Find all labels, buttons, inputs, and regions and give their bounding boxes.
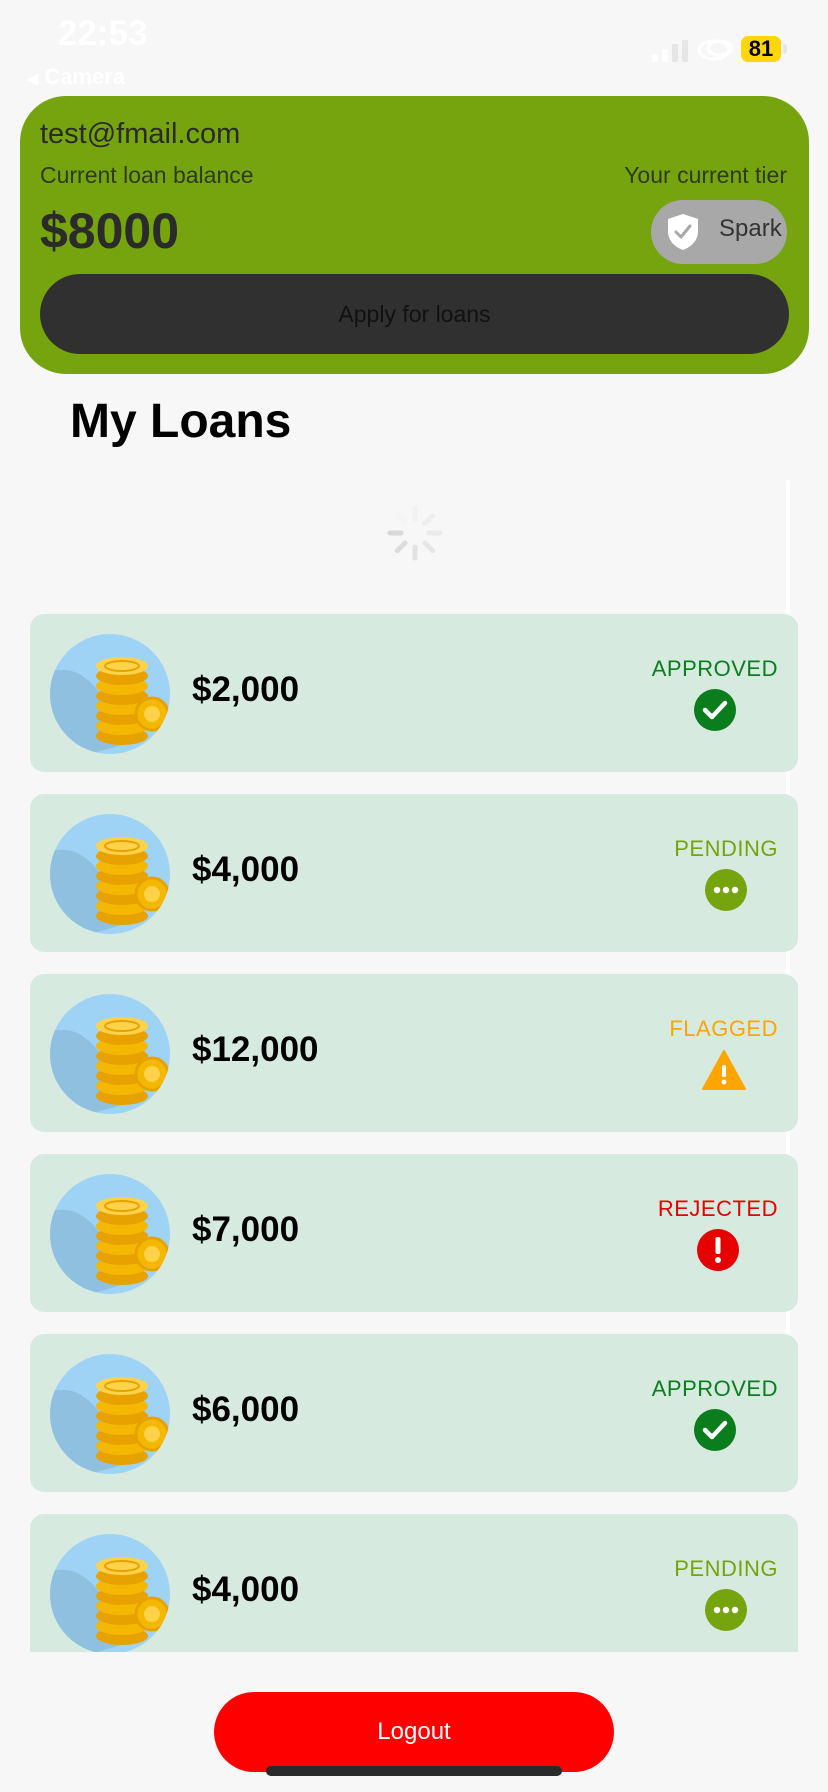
coin-stack-icon [50,814,170,934]
page-title: My Loans [70,395,292,448]
tier-badge[interactable]: Spark [651,200,787,264]
loan-status-label: PENDING [674,1556,778,1581]
loan-balance-label: Current loan balance [40,162,254,188]
loan-amount: $6,000 [192,1390,300,1429]
status-time: 22:53 [58,14,148,53]
exclamation-circle-icon [696,1228,740,1272]
coin-stack-icon [50,1534,170,1652]
connection-icon [697,39,734,61]
loan-status: FLAGGED [669,1016,778,1092]
coin-stack-icon [50,1354,170,1474]
loan-amount: $4,000 [192,1570,300,1609]
battery-tip [783,44,787,54]
loan-status-label: APPROVED [651,656,778,681]
checkmark-circle-icon [693,1408,737,1452]
tier-name: Spark [719,215,782,242]
checkmark-circle-icon [693,688,737,732]
loan-status-label: FLAGGED [669,1016,778,1041]
account-email: test@fmail.com [40,118,241,150]
loan-card[interactable]: $2,000 APPROVED [30,614,798,772]
coin-stack-icon [50,994,170,1114]
loan-status: APPROVED [652,656,778,732]
loan-amount: $7,000 [192,1210,300,1249]
back-arrow-icon: ◀ [26,71,39,88]
coin-stack-icon [50,634,170,754]
warning-triangle-icon [701,1048,746,1092]
ellipsis-circle-icon [704,1588,748,1632]
loan-status-label: PENDING [674,836,778,861]
tier-label: Your current tier [624,162,787,188]
loan-amount: $12,000 [192,1030,319,1069]
loading-spinner-icon [387,505,443,561]
loan-card[interactable]: $7,000 REJECTED [30,1154,798,1312]
cellular-signal-icon [652,40,688,62]
loan-balance-value: $8000 [40,203,180,259]
home-indicator [266,1766,562,1776]
loan-status: PENDING [674,836,778,912]
loan-amount: $2,000 [192,670,300,709]
loan-status-label: APPROVED [651,1376,778,1401]
loan-card[interactable]: $6,000 APPROVED [30,1334,798,1492]
loan-status-label: REJECTED [657,1196,778,1221]
loan-card[interactable]: $12,000 FLAGGED [30,974,798,1132]
loan-status: PENDING [674,1556,778,1632]
apply-for-loans-button[interactable]: Apply for loans [40,274,789,354]
ellipsis-circle-icon [704,868,748,912]
battery-indicator: 81 [741,36,781,62]
logout-button[interactable]: Logout [214,1692,614,1772]
loan-list[interactable]: $2,000 APPROVED $4,000 PENDING $12,000 F… [30,614,798,1652]
shield-check-icon [668,214,698,250]
loan-status: REJECTED [658,1196,778,1272]
loan-amount: $4,000 [192,850,300,889]
back-to-camera-link[interactable]: ◀ Camera [26,64,125,90]
account-summary-card: test@fmail.com Current loan balance Your… [20,96,809,374]
back-link-label: Camera [44,64,126,89]
loan-card[interactable]: $4,000 PENDING [30,1514,798,1652]
loan-status: APPROVED [652,1376,778,1452]
loan-card[interactable]: $4,000 PENDING [30,794,798,952]
coin-stack-icon [50,1174,170,1294]
